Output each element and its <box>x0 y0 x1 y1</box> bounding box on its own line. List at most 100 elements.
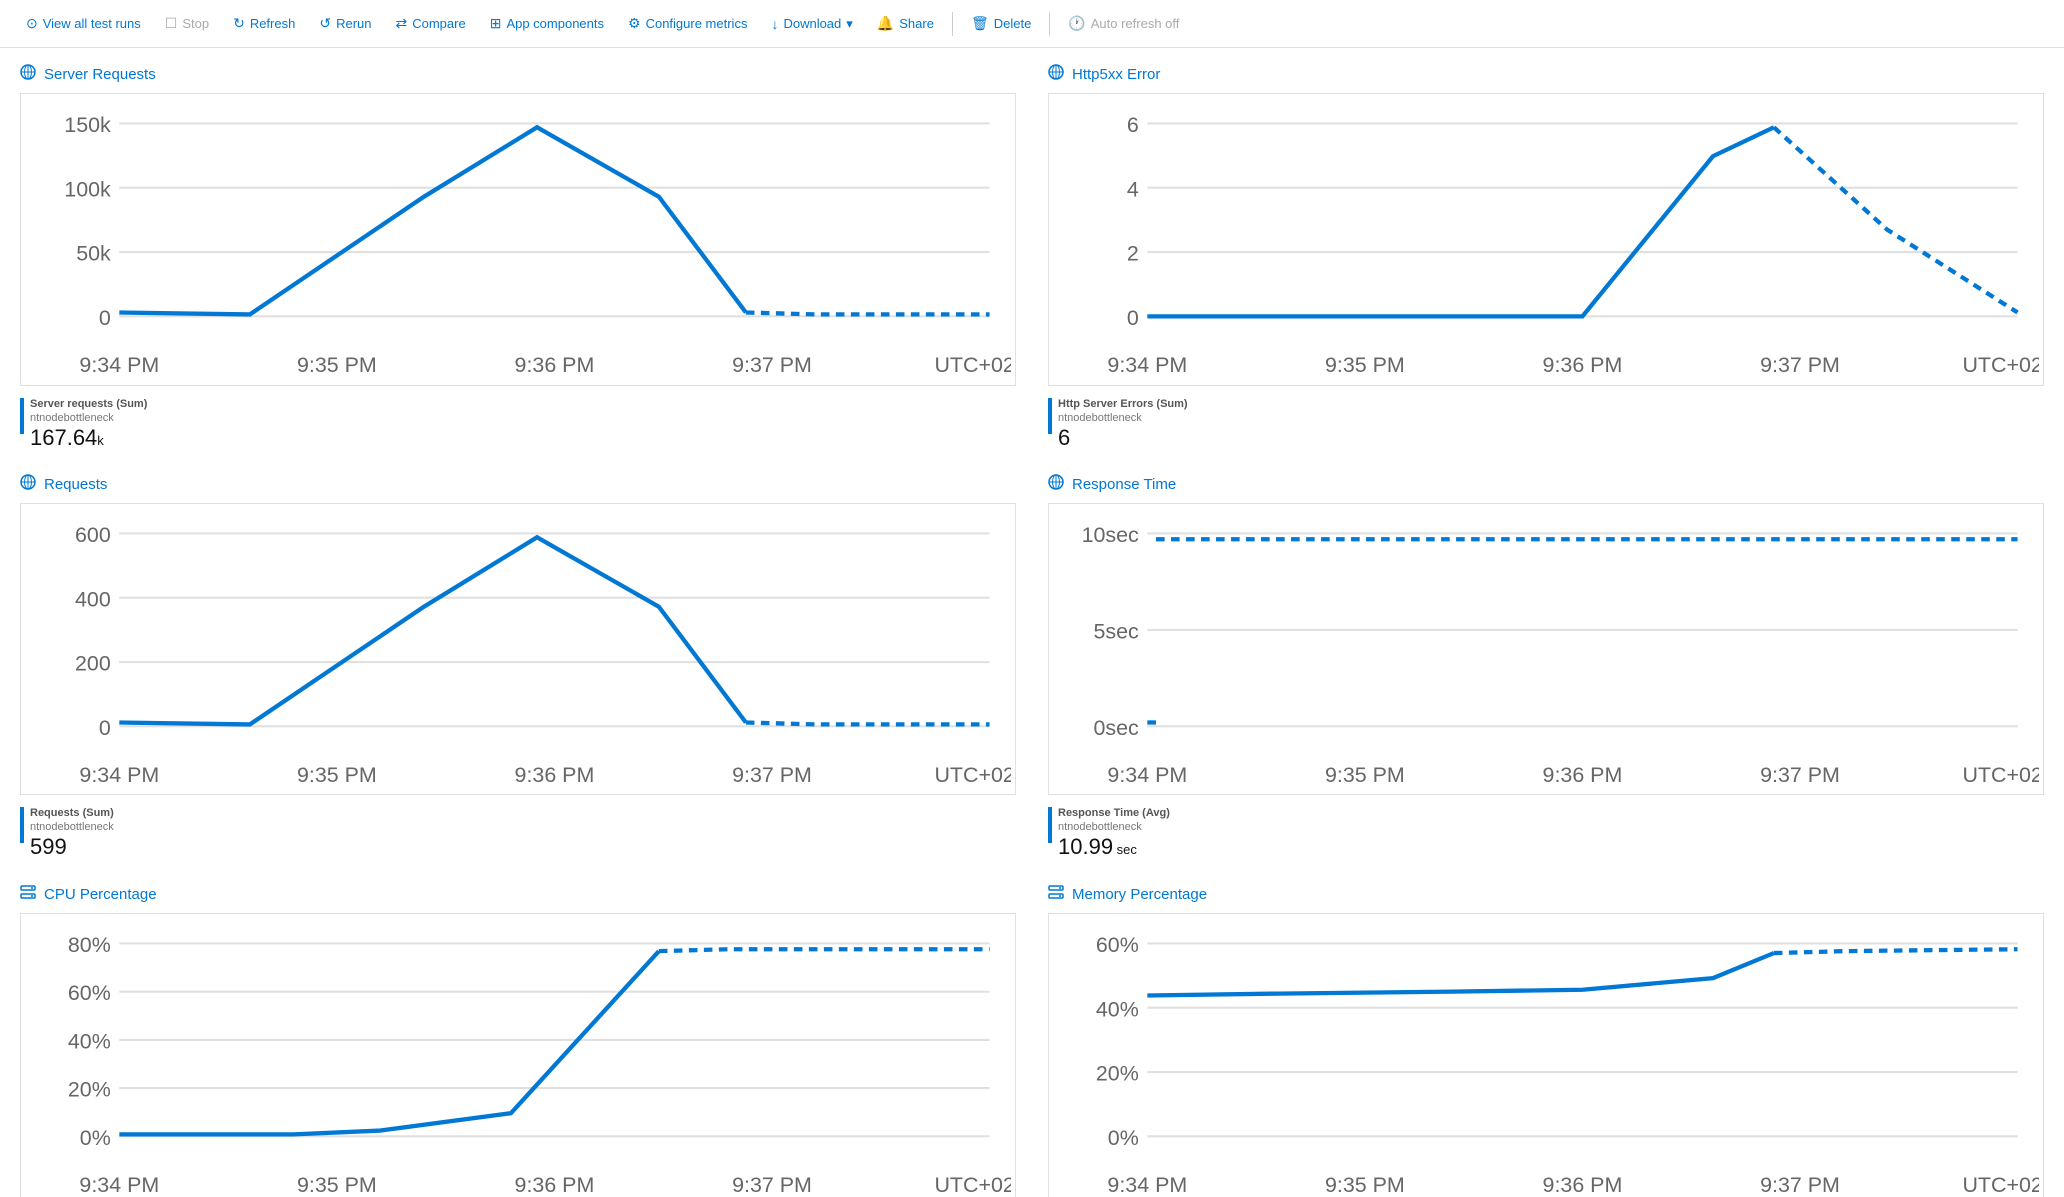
svg-text:9:36 PM: 9:36 PM <box>515 1173 595 1197</box>
svg-text:UTC+02:00: UTC+02:00 <box>934 1173 1011 1197</box>
compare-button[interactable]: ⇄ Compare <box>386 9 476 38</box>
chart-value-http5xx-error: 6 <box>1058 426 1188 450</box>
delete-label: Delete <box>994 16 1032 31</box>
main-content: Server Requests 150k100k50k09:34 PM9:35 … <box>0 48 2064 1197</box>
chart-legend-http5xx-error: Http Server Errors (Sum) ntnodebottlenec… <box>1048 398 2044 450</box>
svg-text:9:37 PM: 9:37 PM <box>1760 1173 1840 1197</box>
chart-legend-text-response-time: Response Time (Avg) ntnodebottleneck 10.… <box>1058 807 1170 859</box>
svg-text:0%: 0% <box>80 1126 111 1150</box>
chart-area-cpu-percentage[interactable]: 80%60%40%20%0%9:34 PM9:35 PM9:36 PM9:37 … <box>20 913 1016 1197</box>
rerun-icon: ↺ <box>319 15 331 32</box>
chart-title-text-memory-percentage: Memory Percentage <box>1072 886 1207 903</box>
charts-grid: Server Requests 150k100k50k09:34 PM9:35 … <box>20 64 2044 1197</box>
svg-text:20%: 20% <box>68 1077 111 1101</box>
download-icon: ↓ <box>771 16 778 32</box>
svg-text:9:34 PM: 9:34 PM <box>1107 1173 1187 1197</box>
svg-text:40%: 40% <box>1096 997 1139 1021</box>
chart-title-text-http5xx-error: Http5xx Error <box>1072 66 1160 83</box>
refresh-icon: ↻ <box>233 15 245 32</box>
chart-area-requests[interactable]: 60040020009:34 PM9:35 PM9:36 PM9:37 PMUT… <box>20 503 1016 796</box>
svg-text:0%: 0% <box>1108 1126 1139 1150</box>
chart-legend-sub-requests: ntnodebottleneck <box>30 821 114 833</box>
auto-refresh-button[interactable]: 🕐 Auto refresh off <box>1058 9 1189 38</box>
svg-text:9:35 PM: 9:35 PM <box>297 353 377 377</box>
chart-area-http5xx-error[interactable]: 64209:34 PM9:35 PM9:36 PM9:37 PMUTC+02:0… <box>1048 93 2044 386</box>
svg-text:60%: 60% <box>68 981 111 1005</box>
svg-text:0: 0 <box>99 716 111 740</box>
delete-button[interactable]: 🗑 Delete <box>961 9 1041 38</box>
svg-text:9:37 PM: 9:37 PM <box>1760 763 1840 787</box>
chart-value-response-time: 10.99 sec <box>1058 835 1170 859</box>
svg-text:2: 2 <box>1127 242 1139 266</box>
svg-text:9:35 PM: 9:35 PM <box>297 763 377 787</box>
stop-icon: ☐ <box>165 15 178 32</box>
chart-title-server-requests: Server Requests <box>20 64 1016 85</box>
chart-icon-cpu-percentage <box>20 884 36 905</box>
chart-value-server-requests: 167.64k <box>30 426 147 450</box>
svg-text:9:36 PM: 9:36 PM <box>1543 1173 1623 1197</box>
chart-legend-label-http5xx-error: Http Server Errors (Sum) <box>1058 398 1188 410</box>
svg-text:9:35 PM: 9:35 PM <box>1325 763 1405 787</box>
chart-title-text-server-requests: Server Requests <box>44 66 156 83</box>
chart-title-memory-percentage: Memory Percentage <box>1048 884 2044 905</box>
chart-legend-text-requests: Requests (Sum) ntnodebottleneck 599 <box>30 807 114 859</box>
toolbar-separator-2 <box>1049 12 1050 36</box>
auto-refresh-icon: 🕐 <box>1068 15 1085 32</box>
share-button[interactable]: 🔔 Share <box>867 9 944 38</box>
svg-text:UTC+02:00: UTC+02:00 <box>934 763 1011 787</box>
chart-legend-response-time: Response Time (Avg) ntnodebottleneck 10.… <box>1048 807 2044 859</box>
chart-title-cpu-percentage: CPU Percentage <box>20 884 1016 905</box>
chart-title-text-cpu-percentage: CPU Percentage <box>44 886 157 903</box>
refresh-label: Refresh <box>250 16 296 31</box>
chart-legend-sub-http5xx-error: ntnodebottleneck <box>1058 412 1188 424</box>
download-button[interactable]: ↓ Download ▾ <box>761 10 862 38</box>
chart-legend-bar-response-time <box>1048 807 1052 843</box>
svg-text:UTC+02:00: UTC+02:00 <box>1962 763 2039 787</box>
stop-button[interactable]: ☐ Stop <box>155 9 219 38</box>
toolbar: ⊙ View all test runs ☐ Stop ↻ Refresh ↺ … <box>0 0 2064 48</box>
chart-area-memory-percentage[interactable]: 60%40%20%0%9:34 PM9:35 PM9:36 PM9:37 PMU… <box>1048 913 2044 1197</box>
chart-legend-text-http5xx-error: Http Server Errors (Sum) ntnodebottlenec… <box>1058 398 1188 450</box>
chart-panel-requests: Requests 60040020009:34 PM9:35 PM9:36 PM… <box>20 474 1016 860</box>
svg-text:9:37 PM: 9:37 PM <box>732 353 812 377</box>
compare-icon: ⇄ <box>396 15 408 32</box>
auto-refresh-label: Auto refresh off <box>1091 16 1180 31</box>
chart-area-server-requests[interactable]: 150k100k50k09:34 PM9:35 PM9:36 PM9:37 PM… <box>20 93 1016 386</box>
chart-area-response-time[interactable]: 10sec5sec0sec9:34 PM9:35 PM9:36 PM9:37 P… <box>1048 503 2044 796</box>
toolbar-separator <box>952 12 953 36</box>
svg-text:150k: 150k <box>64 113 111 137</box>
chart-icon-http5xx-error <box>1048 64 1064 85</box>
svg-text:UTC+02:00: UTC+02:00 <box>1962 353 2039 377</box>
app-components-button[interactable]: ⊞ App components <box>480 9 614 38</box>
svg-text:20%: 20% <box>1096 1061 1139 1085</box>
chart-legend-bar-server-requests <box>20 398 24 434</box>
chart-panel-response-time: Response Time 10sec5sec0sec9:34 PM9:35 P… <box>1048 474 2044 860</box>
chart-unit-server-requests: k <box>97 433 104 448</box>
stop-label: Stop <box>182 16 209 31</box>
view-all-button[interactable]: ⊙ View all test runs <box>16 9 151 38</box>
chart-legend-label-response-time: Response Time (Avg) <box>1058 807 1170 819</box>
rerun-label: Rerun <box>336 16 371 31</box>
svg-text:100k: 100k <box>64 177 111 201</box>
app-components-label: App components <box>506 16 604 31</box>
svg-text:0sec: 0sec <box>1094 716 1140 740</box>
chart-title-requests: Requests <box>20 474 1016 495</box>
chart-unit-response-time: sec <box>1113 842 1137 857</box>
svg-text:UTC+02:00: UTC+02:00 <box>934 353 1011 377</box>
chart-legend-requests: Requests (Sum) ntnodebottleneck 599 <box>20 807 1016 859</box>
chart-legend-bar-requests <box>20 807 24 843</box>
svg-text:9:36 PM: 9:36 PM <box>1543 353 1623 377</box>
svg-text:6: 6 <box>1127 113 1139 137</box>
chart-title-text-requests: Requests <box>44 476 107 493</box>
chart-legend-server-requests: Server requests (Sum) ntnodebottleneck 1… <box>20 398 1016 450</box>
refresh-button[interactable]: ↻ Refresh <box>223 9 305 38</box>
rerun-button[interactable]: ↺ Rerun <box>309 9 381 38</box>
chart-panel-http5xx-error: Http5xx Error 64209:34 PM9:35 PM9:36 PM9… <box>1048 64 2044 450</box>
chart-legend-sub-server-requests: ntnodebottleneck <box>30 412 147 424</box>
share-icon: 🔔 <box>877 15 894 32</box>
svg-text:9:37 PM: 9:37 PM <box>1760 353 1840 377</box>
download-label: Download <box>783 16 841 31</box>
chart-legend-text-server-requests: Server requests (Sum) ntnodebottleneck 1… <box>30 398 147 450</box>
configure-metrics-label: Configure metrics <box>646 16 748 31</box>
configure-metrics-button[interactable]: ⚙ Configure metrics <box>618 9 757 38</box>
